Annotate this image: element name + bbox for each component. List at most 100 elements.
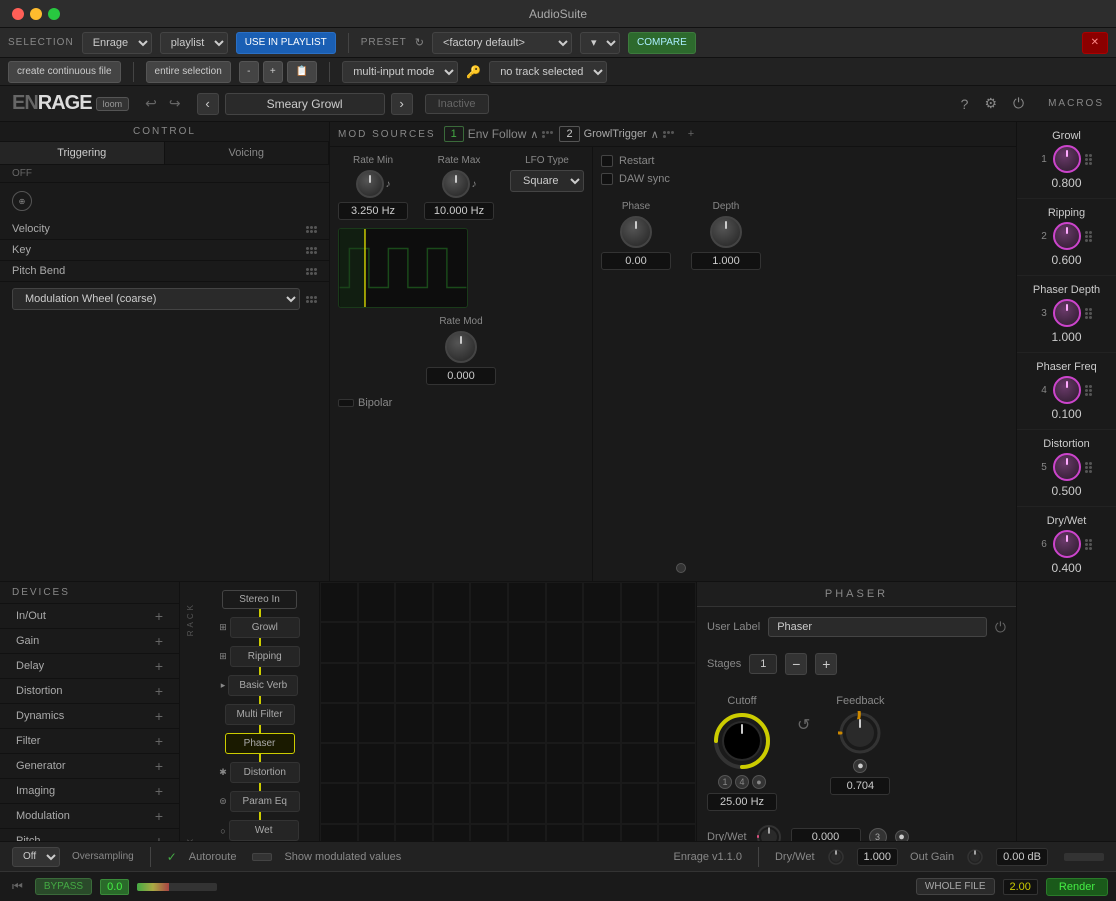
show-modulated-label[interactable]: Show modulated values [284, 851, 401, 863]
matrix-cell[interactable] [621, 783, 659, 823]
device-distortion[interactable]: Distortion + [0, 679, 179, 704]
macro-1-knob[interactable] [1053, 145, 1081, 173]
prev-preset-button[interactable]: ‹ [197, 93, 219, 115]
matrix-cell[interactable] [658, 663, 696, 703]
matrix-cell[interactable] [395, 663, 433, 703]
close-button[interactable] [12, 8, 24, 20]
matrix-cell[interactable] [546, 582, 584, 622]
macro-2-drag[interactable] [1085, 231, 1092, 242]
feedback-value[interactable]: 0.704 [830, 777, 890, 795]
matrix-cell[interactable] [546, 703, 584, 743]
device-pitch[interactable]: Pitch + [0, 829, 179, 841]
env-type-icon[interactable]: ∧ [530, 128, 538, 141]
lfo-drag-icon[interactable] [663, 131, 674, 138]
drywet-status-value[interactable]: 1.000 [857, 848, 899, 866]
matrix-cell[interactable] [583, 582, 621, 622]
macro-3-knob[interactable] [1053, 299, 1081, 327]
stages-plus-button[interactable]: + [815, 653, 837, 675]
device-gain[interactable]: Gain + [0, 629, 179, 654]
cutoff-mod-4[interactable]: 4 [735, 775, 749, 789]
parameq-node[interactable]: Param Eq [230, 791, 300, 812]
basicverb-node[interactable]: Basic Verb [228, 675, 298, 696]
matrix-cell[interactable] [508, 824, 546, 842]
macro-4-drag[interactable] [1085, 385, 1092, 396]
preset-select[interactable]: <factory default> [432, 32, 572, 54]
matrix-cell[interactable] [395, 743, 433, 783]
phaser-drywet-mod-3[interactable]: 3 [869, 828, 887, 841]
render-button[interactable]: Render [1046, 878, 1108, 896]
bipolar-checkbox[interactable] [338, 399, 354, 407]
clip-button[interactable]: 📋 [287, 61, 317, 83]
distortion-node[interactable]: Distortion [230, 762, 300, 783]
matrix-cell[interactable] [583, 743, 621, 783]
matrix-cell[interactable] [320, 622, 358, 662]
matrix-cell[interactable] [546, 743, 584, 783]
matrix-cell[interactable] [395, 783, 433, 823]
power-button[interactable]: ⏻ [1009, 93, 1028, 114]
phase-value[interactable]: 0.00 [601, 252, 671, 270]
rate-max-value[interactable]: 10.000 Hz [424, 202, 494, 220]
preset-refresh-icon[interactable]: ↻ [415, 37, 424, 49]
device-filter[interactable]: Filter + [0, 729, 179, 754]
lfo-tab-1[interactable]: 1 [444, 126, 464, 142]
device-dynamics[interactable]: Dynamics + [0, 704, 179, 729]
rate-min-value[interactable]: 3.250 Hz [338, 202, 408, 220]
wet-node[interactable]: Wet [229, 820, 299, 841]
voicing-tab[interactable]: Voicing [165, 142, 330, 164]
matrix-cell[interactable] [583, 824, 621, 842]
phaser-drywet-value[interactable]: 0.000 [791, 828, 861, 841]
minus-button[interactable]: - [239, 61, 259, 83]
matrix-cell[interactable] [658, 703, 696, 743]
device-distortion-add[interactable]: + [155, 683, 163, 699]
phaser-drywet-knob[interactable] [755, 823, 783, 841]
entire-selection-button[interactable]: entire selection [146, 61, 231, 83]
matrix-cell[interactable] [621, 622, 659, 662]
undo-button[interactable]: ↩ [141, 93, 161, 114]
device-inout-add[interactable]: + [155, 608, 163, 624]
multifilter-node[interactable]: Multi Filter [225, 704, 295, 725]
key-drag-icon[interactable] [306, 247, 317, 254]
matrix-cell[interactable] [433, 824, 471, 842]
stereo-in-node[interactable]: Stereo In [222, 590, 297, 609]
compare-button[interactable]: COMPARE [628, 32, 696, 54]
pitchbend-drag-icon[interactable] [306, 268, 317, 275]
matrix-cell[interactable] [508, 663, 546, 703]
add-mod-source-button[interactable]: + [688, 128, 694, 140]
matrix-cell[interactable] [433, 663, 471, 703]
matrix-cell[interactable] [358, 743, 396, 783]
plugin-select[interactable]: Enrage [82, 32, 152, 54]
cutoff-mod-1[interactable]: 1 [718, 775, 732, 789]
triggering-tab[interactable]: Triggering [0, 142, 165, 164]
macro-6-drag[interactable] [1085, 539, 1092, 550]
dawsync-checkbox[interactable] [601, 173, 613, 185]
matrix-cell[interactable] [470, 582, 508, 622]
phase-knob[interactable] [620, 216, 652, 248]
matrix-cell[interactable] [658, 582, 696, 622]
matrix-cell[interactable] [508, 783, 546, 823]
matrix-cell[interactable] [433, 622, 471, 662]
mod-assign-dot[interactable] [676, 563, 686, 573]
matrix-cell[interactable] [658, 743, 696, 783]
mod-source-icon[interactable]: ⊕ [12, 191, 32, 211]
phaser-node[interactable]: Phaser [225, 733, 295, 754]
autoroute-toggle[interactable] [252, 853, 272, 861]
device-modulation-add[interactable]: + [155, 808, 163, 824]
macro-6-knob[interactable] [1053, 530, 1081, 558]
env-drag-icon[interactable] [542, 131, 553, 138]
device-imaging[interactable]: Imaging + [0, 779, 179, 804]
restart-checkbox[interactable] [601, 155, 613, 167]
mod-wheel-select[interactable]: Modulation Wheel (coarse) [12, 288, 300, 310]
plus-button[interactable]: + [263, 61, 283, 83]
matrix-cell[interactable] [395, 824, 433, 842]
matrix-cell[interactable] [358, 663, 396, 703]
matrix-cell[interactable] [546, 663, 584, 703]
matrix-cell[interactable] [583, 783, 621, 823]
depth-knob[interactable] [710, 216, 742, 248]
phaser-power-button[interactable]: ⏻ [995, 619, 1006, 636]
matrix-cell[interactable] [546, 783, 584, 823]
preset-arrow[interactable]: ▾ [580, 32, 620, 54]
matrix-cell[interactable] [470, 783, 508, 823]
matrix-cell[interactable] [358, 703, 396, 743]
lfo-wave-icon[interactable]: ∧ [651, 128, 659, 141]
matrix-cell[interactable] [621, 743, 659, 783]
